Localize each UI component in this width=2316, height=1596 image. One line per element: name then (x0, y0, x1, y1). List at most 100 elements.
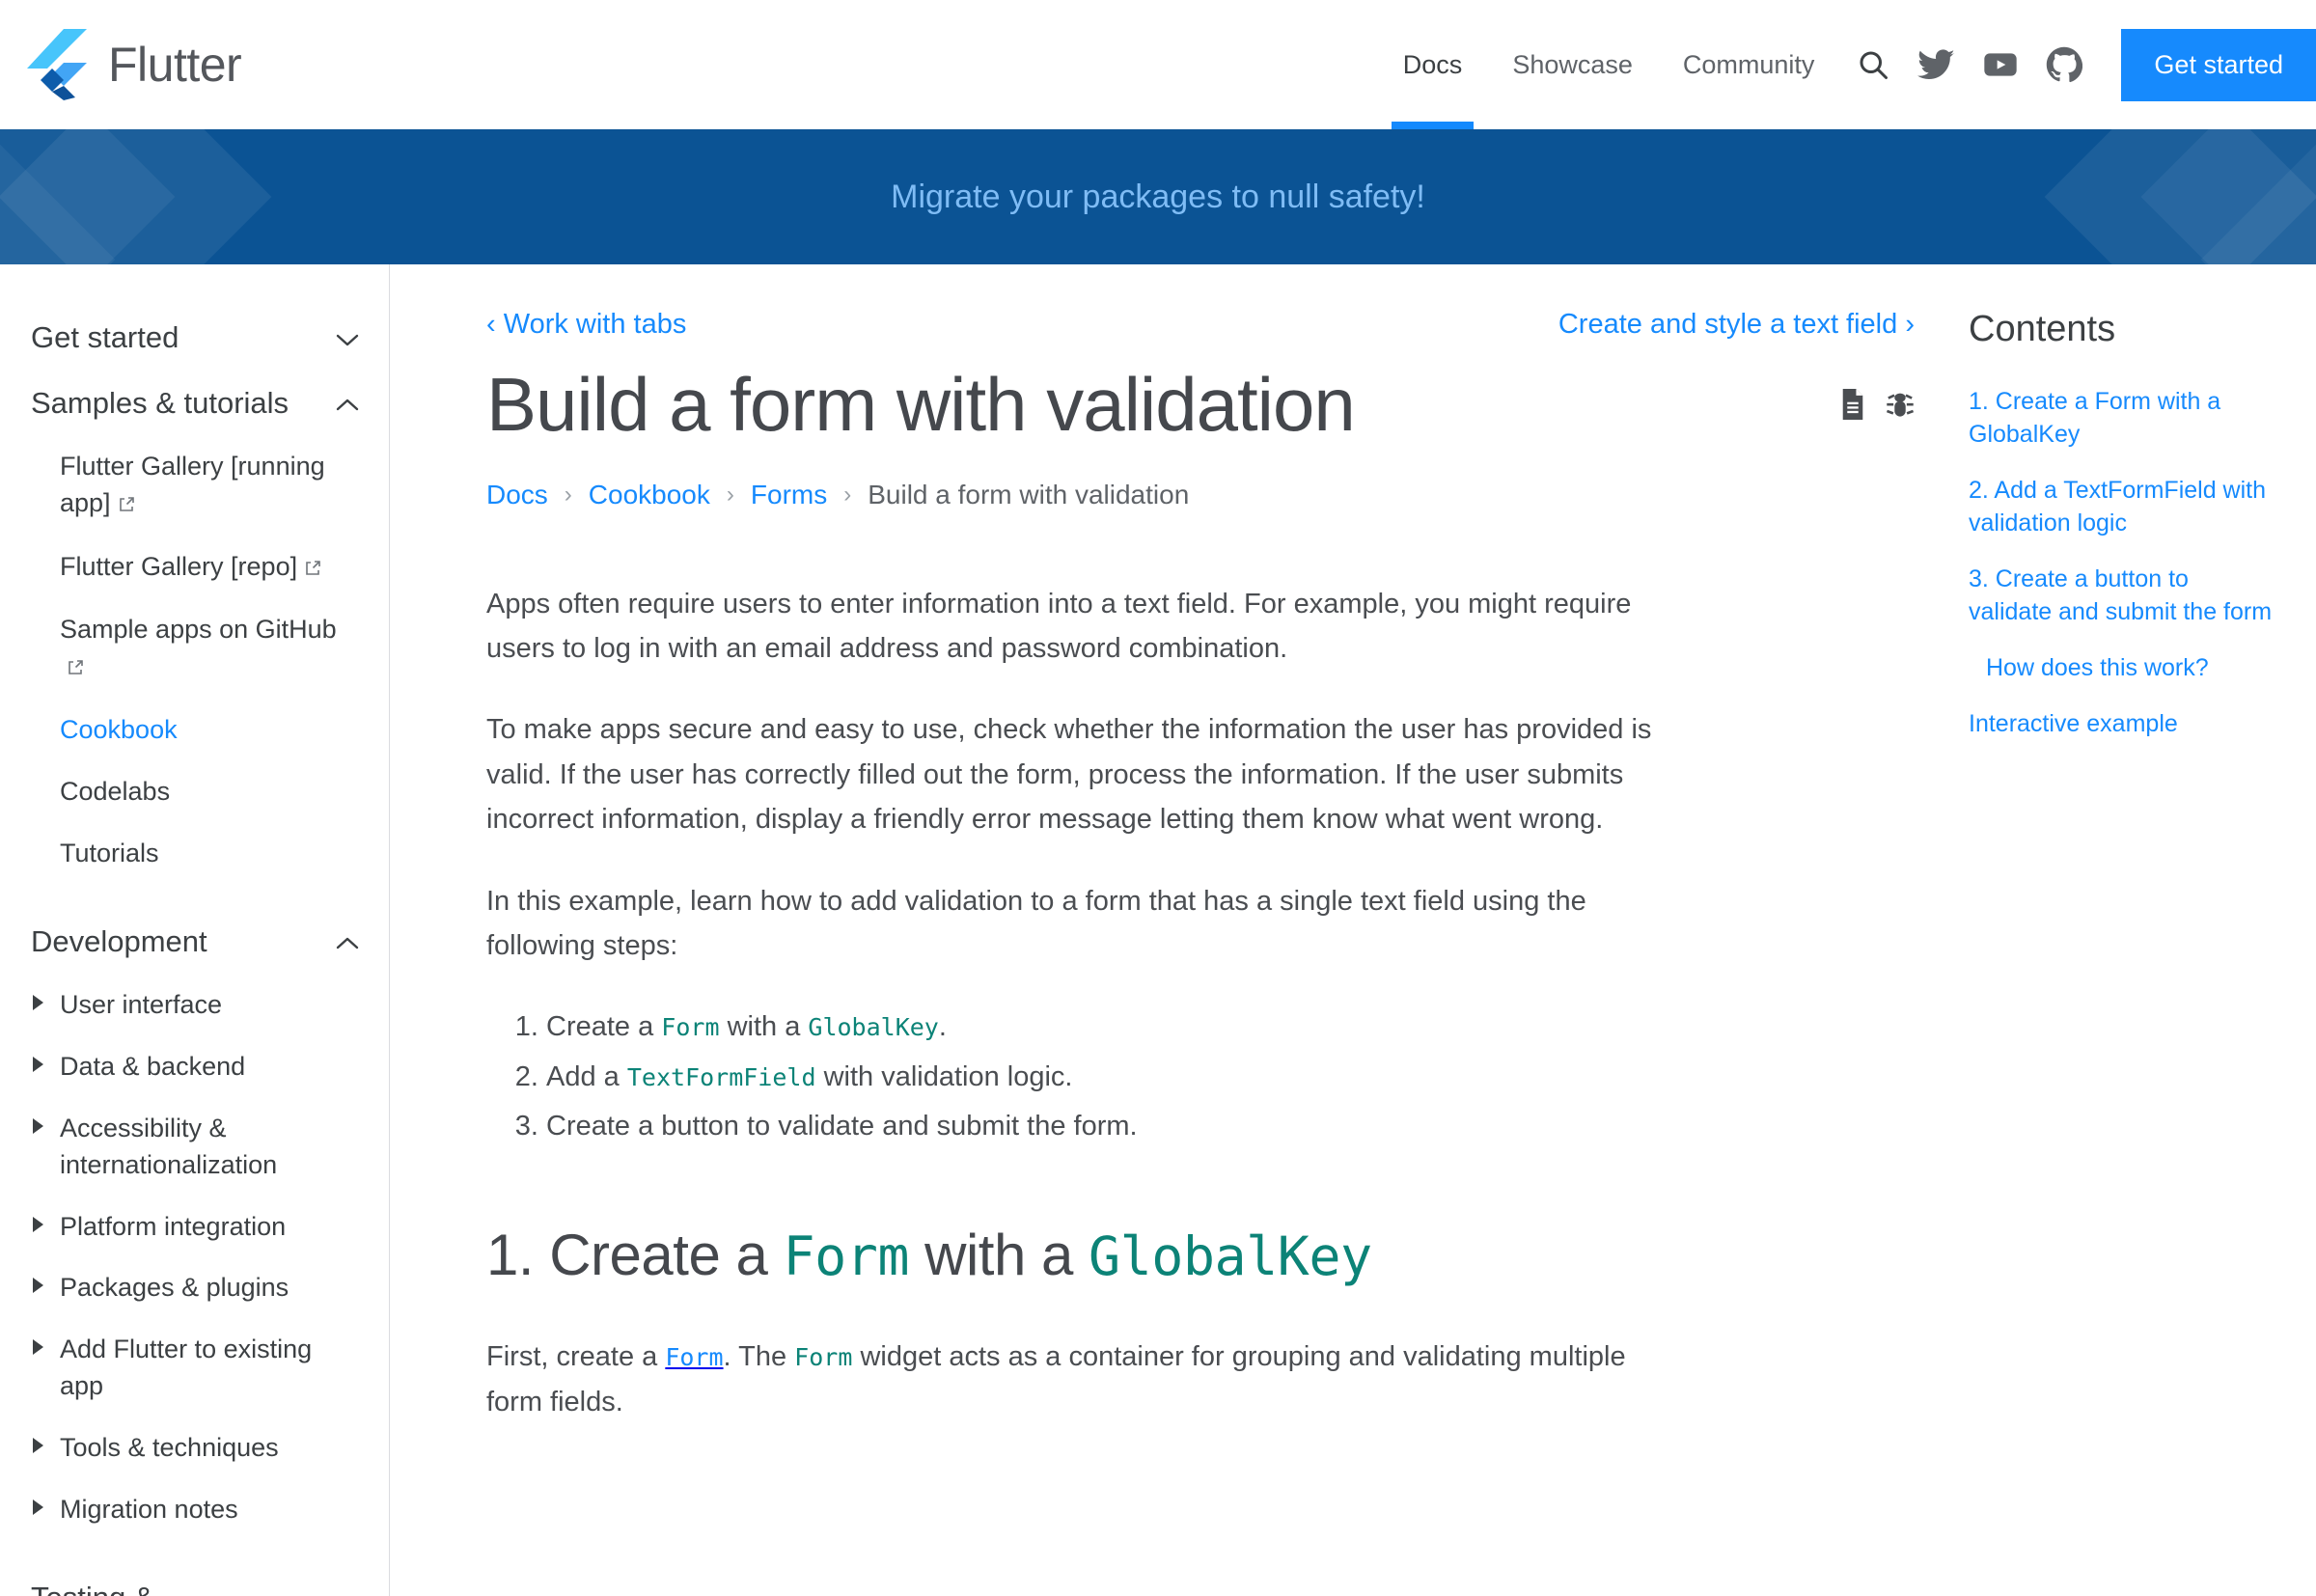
banner-link[interactable]: Migrate your packages to null safety! (891, 179, 1425, 216)
triangle-right-icon (33, 1339, 43, 1356)
previous-page-label: Work with tabs (503, 309, 687, 340)
toc-item-how-does-this-work[interactable]: How does this work? (1969, 651, 2277, 684)
triangle-right-icon (33, 1278, 43, 1294)
sidebar-section-get-started[interactable]: Get started (31, 305, 360, 371)
sidebar-item-tutorials[interactable]: Tutorials (31, 823, 360, 885)
table-of-contents: Contents 1. Create a Form with a GlobalK… (1969, 264, 2316, 1596)
sidebar-item-migration-notes[interactable]: Migration notes (31, 1479, 360, 1541)
sidebar-section-label: Testing & (31, 1581, 154, 1596)
page-navigation: ‹ Work with tabs Create and style a text… (486, 309, 1915, 341)
banner-decoration-right (2026, 129, 2316, 264)
sidebar-item-label: Platform integration (60, 1211, 287, 1241)
nav-item-showcase[interactable]: Showcase (1487, 0, 1658, 129)
sidebar-item-add-flutter-to-existing-app[interactable]: Add Flutter to existing app (31, 1319, 360, 1417)
sidebar-item-data-backend[interactable]: Data & backend (31, 1036, 360, 1098)
github-icon[interactable] (2034, 35, 2094, 95)
nav-item-docs[interactable]: Docs (1378, 0, 1488, 129)
nav-item-community[interactable]: Community (1658, 0, 1840, 129)
form-api-link[interactable]: Form (665, 1341, 723, 1372)
title-row: Build a form with validation (486, 362, 1915, 449)
left-sidebar: Get started Samples & tutorials Flutter … (0, 264, 390, 1596)
step-text-before: Add a (546, 1060, 627, 1092)
paragraph-security: To make apps secure and easy to use, che… (486, 714, 1652, 836)
sidebar-item-user-interface[interactable]: User interface (31, 975, 360, 1036)
breadcrumb-item-forms[interactable]: Forms (751, 480, 827, 510)
breadcrumb-separator-icon: › (726, 481, 734, 508)
next-page-label: Create and style a text field (1558, 309, 1898, 340)
get-started-button[interactable]: Get started (2121, 28, 2316, 101)
triangle-right-icon (33, 1117, 43, 1134)
report-bug-icon[interactable] (1886, 389, 1915, 425)
breadcrumb-separator-icon: › (843, 481, 852, 508)
sidebar-item-label: Flutter Gallery [repo] (60, 551, 298, 581)
chevron-right-icon: › (1905, 309, 1915, 340)
flutter-logo-icon (27, 29, 87, 100)
external-link-icon (67, 650, 84, 687)
sidebar-item-cookbook[interactable]: Cookbook (31, 700, 360, 761)
inline-code: TextFormField (626, 1062, 816, 1091)
sidebar-item-packages-plugins[interactable]: Packages & plugins (31, 1257, 360, 1319)
site-header: Flutter Docs Showcase Community Get star… (0, 0, 2316, 129)
sidebar-item-sample-apps-on-github[interactable]: Sample apps on GitHub (31, 599, 360, 700)
sidebar-item-label: Flutter Gallery [running app] (60, 452, 325, 517)
triangle-right-icon (33, 1499, 43, 1515)
triangle-right-icon (33, 1437, 43, 1453)
external-link-icon (118, 487, 135, 524)
section-heading-create-form: 1. Create a Form with a GlobalKey (486, 1221, 1915, 1290)
banner-decoration-left (0, 129, 290, 264)
sidebar-section-label: Get started (31, 320, 179, 354)
toc-item-2[interactable]: 2. Add a TextFormField with validation l… (1969, 474, 2277, 539)
step-text-after: . (938, 1011, 947, 1043)
next-page-link[interactable]: Create and style a text field › (1558, 309, 1915, 341)
steps-list: Create a Form with a GlobalKey. Add a Te… (486, 1004, 1673, 1149)
sidebar-item-accessibility-internationalization[interactable]: Accessibility & internationalization (31, 1098, 360, 1197)
triangle-right-icon (33, 1216, 43, 1232)
chevron-up-icon (335, 924, 360, 959)
toc-item-interactive-example[interactable]: Interactive example (1969, 707, 2277, 740)
section-text-b: with a (908, 1223, 1089, 1288)
breadcrumb-item-current: Build a form with validation (868, 479, 1190, 509)
brand-home-link[interactable]: Flutter (27, 29, 242, 100)
toc-item-1[interactable]: 1. Create a Form with a GlobalKey (1969, 385, 2277, 451)
list-item: Add a TextFormField with validation logi… (546, 1055, 1673, 1100)
breadcrumb-item-cookbook[interactable]: Cookbook (589, 480, 710, 510)
sidebar-item-flutter-gallery-running-app[interactable]: Flutter Gallery [running app] (31, 436, 360, 537)
breadcrumb-item-docs[interactable]: Docs (486, 480, 548, 510)
announcement-banner: Migrate your packages to null safety! (0, 129, 2316, 264)
brand-name: Flutter (108, 38, 242, 92)
sidebar-section-samples-tutorials[interactable]: Samples & tutorials (31, 371, 360, 436)
toc-item-3[interactable]: 3. Create a button to validate and submi… (1969, 563, 2277, 628)
inline-code: Form (661, 1013, 720, 1042)
inline-code-link: Form (665, 1343, 724, 1372)
triangle-right-icon (33, 995, 43, 1011)
sidebar-item-label: Add Flutter to existing app (60, 1335, 313, 1400)
sidebar-item-label: Migration notes (60, 1494, 238, 1524)
sidebar-item-tools-techniques[interactable]: Tools & techniques (31, 1417, 360, 1479)
sidebar-item-flutter-gallery-repo[interactable]: Flutter Gallery [repo] (31, 537, 360, 600)
sidebar-item-codelabs[interactable]: Codelabs (31, 761, 360, 823)
youtube-icon[interactable] (1971, 35, 2030, 95)
sidebar-section-label: Development (31, 924, 207, 959)
page-title: Build a form with validation (486, 362, 1356, 447)
sidebar-item-label: Tools & techniques (60, 1432, 279, 1462)
sidebar-section-testing[interactable]: Testing & (31, 1565, 360, 1596)
view-source-icon[interactable] (1839, 389, 1866, 425)
twitter-icon[interactable] (1907, 35, 1967, 95)
chevron-left-icon: ‹ (486, 309, 496, 340)
breadcrumb-separator-icon: › (564, 481, 572, 508)
sidebar-item-platform-integration[interactable]: Platform integration (31, 1197, 360, 1258)
step-text-middle: with a (719, 1011, 809, 1043)
sidebar-item-label: User interface (60, 990, 223, 1020)
sidebar-section-development[interactable]: Development (31, 909, 360, 975)
list-item: Create a button to validate and submit t… (546, 1104, 1673, 1149)
sidebar-item-label: Sample apps on GitHub (60, 615, 337, 645)
search-icon[interactable] (1843, 35, 1903, 95)
step-text-before: Create a button to validate and submit t… (546, 1110, 1138, 1142)
page-body: Get started Samples & tutorials Flutter … (0, 264, 2316, 1596)
inline-code: Form (783, 1225, 910, 1288)
list-item: Create a Form with a GlobalKey. (546, 1004, 1673, 1050)
toc-title: Contents (1969, 309, 2116, 349)
header-nav: Docs Showcase Community Get started (1378, 0, 2316, 129)
previous-page-link[interactable]: ‹ Work with tabs (486, 309, 686, 341)
